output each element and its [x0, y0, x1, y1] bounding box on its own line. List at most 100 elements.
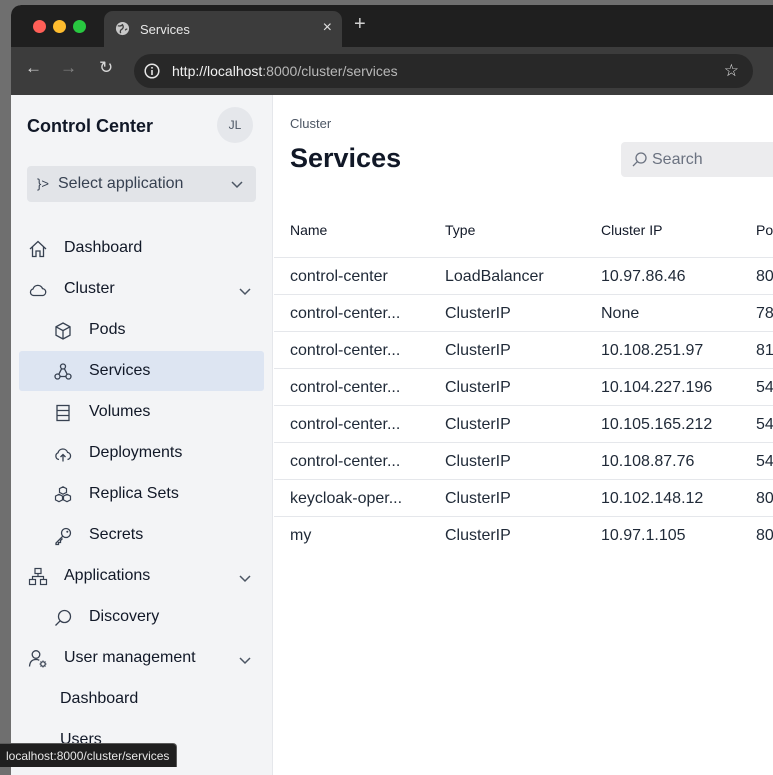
sidebar-item-applications[interactable]: Applications	[19, 556, 264, 596]
avatar[interactable]: JL	[217, 107, 253, 143]
cluster-ip-cell: None	[601, 305, 640, 322]
search-placeholder: Search	[652, 151, 703, 168]
table-row[interactable]: control-center LoadBalancer 10.97.86.46 …	[274, 258, 773, 295]
select-application-dropdown[interactable]: }> Select application	[27, 166, 256, 202]
volumes-icon	[56, 404, 70, 422]
sidebar-item-label: Dashboard	[64, 239, 143, 256]
sitemap-icon	[28, 567, 48, 586]
sidebar-item-cluster[interactable]: Cluster	[19, 269, 264, 309]
service-type-cell: ClusterIP	[445, 453, 511, 470]
site-info-icon[interactable]	[144, 63, 160, 79]
back-button[interactable]: ←	[25, 58, 42, 78]
cluster-ip-cell: 10.97.1.105	[601, 527, 686, 544]
sidebar-item-secrets[interactable]: Secrets	[19, 515, 264, 555]
sidebar-item-volumes[interactable]: Volumes	[19, 392, 264, 432]
cluster-ip-cell: 10.105.165.212	[601, 416, 713, 433]
cloud-upload-icon	[55, 448, 72, 462]
service-name-cell: control-center...	[290, 416, 401, 433]
ports-cell: 80	[756, 268, 773, 285]
ports-cell: 80	[756, 527, 773, 544]
sidebar-item-services[interactable]: Services	[19, 351, 264, 391]
table-row[interactable]: control-center... ClusterIP 10.104.227.1…	[274, 369, 773, 406]
ports-cell: 54	[756, 453, 773, 470]
services-icon	[54, 363, 72, 380]
chevron-down-icon[interactable]	[238, 653, 252, 667]
sidebar-item-label: Applications	[64, 567, 151, 584]
table-row[interactable]: control-center... ClusterIP None 78	[274, 295, 773, 332]
app-brand: Control Center	[27, 116, 153, 136]
forward-button[interactable]: →	[60, 58, 77, 78]
search-icon	[632, 152, 647, 167]
sidebar-item-label: Secrets	[89, 526, 144, 543]
sidebar-item-label: Cluster	[64, 280, 115, 297]
cube-icon	[55, 322, 71, 340]
terminal-icon: }>	[37, 176, 49, 191]
close-window-button[interactable]	[33, 20, 46, 33]
service-type-cell: ClusterIP	[445, 416, 511, 433]
cluster-ip-cell: 10.108.87.76	[601, 453, 695, 470]
sidebar-item-replica-sets[interactable]: Replica Sets	[19, 474, 264, 514]
sidebar-item-label: Replica Sets	[89, 485, 179, 502]
maximize-window-button[interactable]	[73, 20, 86, 33]
sidebar-item-discovery[interactable]: Discovery	[19, 597, 264, 637]
column-header-ports[interactable]: Po	[756, 222, 773, 238]
chevron-down-icon	[231, 181, 243, 189]
sidebar-item-label: Pods	[89, 321, 126, 338]
service-type-cell: ClusterIP	[445, 527, 511, 544]
cluster-ip-cell: 10.104.227.196	[601, 379, 713, 396]
tab-close-button[interactable]: ×	[323, 19, 332, 37]
sidebar-item-label: Dashboard	[60, 690, 139, 707]
table-row[interactable]: control-center... ClusterIP 10.108.87.76…	[274, 443, 773, 480]
search-icon	[55, 609, 72, 626]
status-bar-url: localhost:8000/cluster/services	[0, 743, 178, 767]
tab-strip: Services × +	[11, 5, 773, 47]
service-name-cell: my	[290, 527, 312, 544]
table-row[interactable]: keycloak-oper... ClusterIP 10.102.148.12…	[274, 480, 773, 517]
column-header-type[interactable]: Type	[445, 222, 475, 238]
boxes-icon	[54, 486, 72, 503]
bookmark-star-icon[interactable]: ☆	[724, 61, 739, 81]
chevron-down-icon[interactable]	[238, 571, 252, 585]
address-bar[interactable]: http://localhost:8000/cluster/services ☆	[134, 54, 753, 88]
ports-cell: 80	[756, 490, 773, 507]
sidebar-item-user-dashboard[interactable]: Dashboard	[19, 679, 264, 719]
ports-cell: 54	[756, 379, 773, 396]
cluster-ip-cell: 10.102.148.12	[601, 490, 704, 507]
service-type-cell: ClusterIP	[445, 305, 511, 322]
reload-button[interactable]: ↻	[99, 58, 113, 78]
table-row[interactable]: control-center... ClusterIP 10.105.165.2…	[274, 406, 773, 443]
breadcrumb[interactable]: Cluster	[290, 116, 331, 131]
sidebar-item-user-management[interactable]: User management	[19, 638, 264, 678]
browser-toolbar: ← → ↻ http://localhost:8000/cluster/serv…	[11, 47, 773, 95]
sidebar-item-pods[interactable]: Pods	[19, 310, 264, 350]
table-row[interactable]: control-center... ClusterIP 10.108.251.9…	[274, 332, 773, 369]
services-table: Name Type Cluster IP Po control-center L…	[274, 208, 773, 554]
minimize-window-button[interactable]	[53, 20, 66, 33]
cluster-ip-cell: 10.108.251.97	[601, 342, 704, 359]
sidebar-item-dashboard[interactable]: Dashboard	[19, 228, 264, 268]
sidebar-item-label: Volumes	[89, 403, 151, 420]
home-icon	[29, 240, 47, 258]
service-name-cell: control-center...	[290, 305, 401, 322]
sidebar-item-deployments[interactable]: Deployments	[19, 433, 264, 473]
sidebar-item-label: Services	[89, 362, 151, 379]
column-header-cluster-ip[interactable]: Cluster IP	[601, 222, 662, 238]
key-icon	[55, 527, 72, 546]
chevron-down-icon[interactable]	[238, 284, 252, 298]
search-input[interactable]: Search	[621, 142, 773, 177]
page-title: Services	[290, 143, 402, 173]
column-header-name[interactable]: Name	[290, 222, 327, 238]
url-text[interactable]: http://localhost:8000/cluster/services	[172, 63, 398, 79]
ports-cell: 81	[756, 342, 773, 359]
ports-cell: 54	[756, 416, 773, 433]
globe-icon	[115, 21, 130, 36]
cluster-ip-cell: 10.97.86.46	[601, 268, 686, 285]
cloud-icon	[29, 284, 47, 297]
service-name-cell: control-center	[290, 268, 388, 285]
browser-tab[interactable]: Services ×	[104, 11, 342, 47]
sidebar-item-label: Deployments	[89, 444, 183, 461]
user-gear-icon	[28, 650, 47, 668]
table-row[interactable]: my ClusterIP 10.97.1.105 80	[274, 517, 773, 554]
browser-window: Services × + ← → ↻ http://localhost:8000…	[11, 5, 773, 775]
new-tab-button[interactable]: +	[354, 13, 366, 36]
